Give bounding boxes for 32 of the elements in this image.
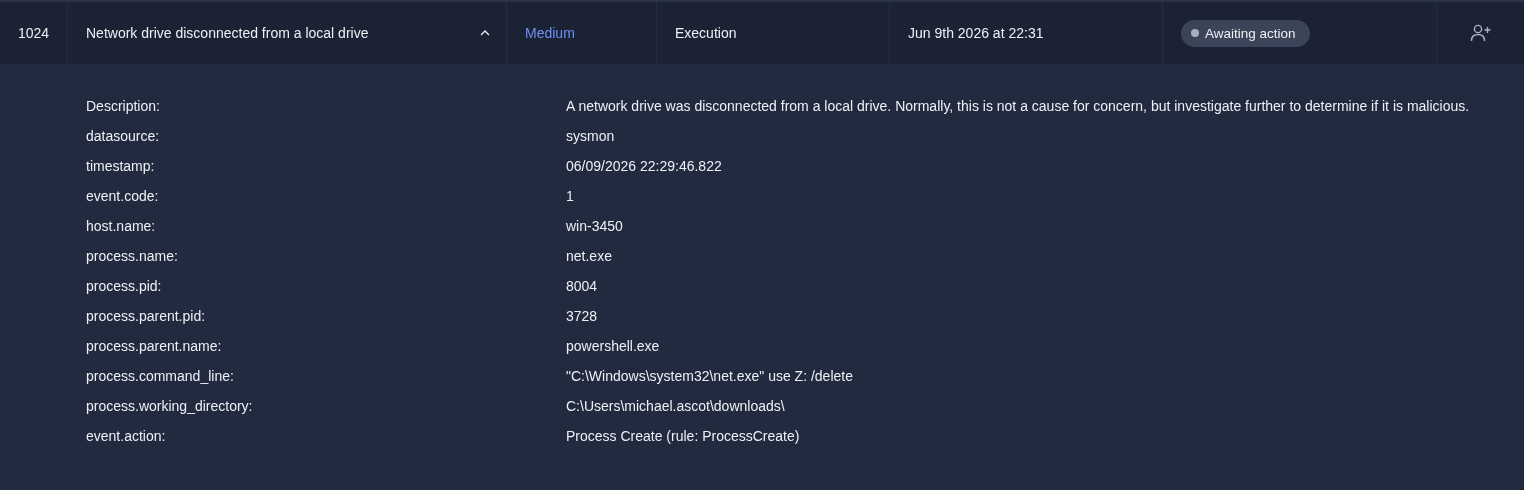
field-label: event.action: bbox=[86, 428, 167, 446]
field-value: C:\Users\michael.ascot\downloads\ bbox=[566, 398, 786, 416]
field-value: 06/09/2026 22:29:46.822 bbox=[566, 158, 723, 176]
field-value: Process Create (rule: ProcessCreate) bbox=[566, 428, 801, 446]
field-label: process.parent.name: bbox=[86, 338, 223, 356]
field-value: win-3450 bbox=[566, 218, 624, 236]
field-value: 1 bbox=[566, 188, 575, 206]
field-value: "C:\Windows\system32\net.exe" use Z: /delete bbox=[566, 368, 854, 386]
alert-title: Network drive disconnected from a local drive bbox=[86, 25, 369, 41]
field-label: host.name: bbox=[86, 218, 157, 236]
field-label: timestamp: bbox=[86, 158, 156, 176]
field-value: 3728 bbox=[566, 308, 599, 326]
alert-time: Jun 9th 2026 at 22:31 bbox=[908, 25, 1044, 41]
tactic-label: Execution bbox=[675, 25, 737, 41]
field-label: event.code: bbox=[86, 188, 160, 206]
add-user-icon[interactable] bbox=[1469, 24, 1492, 42]
status-badge: Awaiting action bbox=[1181, 19, 1310, 47]
field-label: process.parent.pid: bbox=[86, 308, 207, 326]
field-label: process.command_line: bbox=[86, 368, 235, 386]
field-label: datasource: bbox=[86, 128, 161, 146]
caret-icon[interactable] bbox=[480, 30, 490, 36]
field-value: 8004 bbox=[566, 278, 599, 296]
field-value: net.exe bbox=[566, 248, 613, 266]
field-value: powershell.exe bbox=[566, 338, 661, 356]
field-value: sysmon bbox=[566, 128, 616, 146]
field-label: process.pid: bbox=[86, 278, 163, 296]
severity-label: Medium bbox=[525, 25, 575, 41]
field-label: process.name: bbox=[86, 248, 179, 266]
field-value: A network drive was disconnected from a local drive. Normally, this is not a cause for concern, but investigate further to determine if it is malicious. bbox=[566, 98, 1471, 116]
field-label: Description: bbox=[86, 98, 161, 116]
alert-id: 1024 bbox=[18, 25, 50, 41]
field-label: process.working_directory: bbox=[86, 398, 254, 416]
